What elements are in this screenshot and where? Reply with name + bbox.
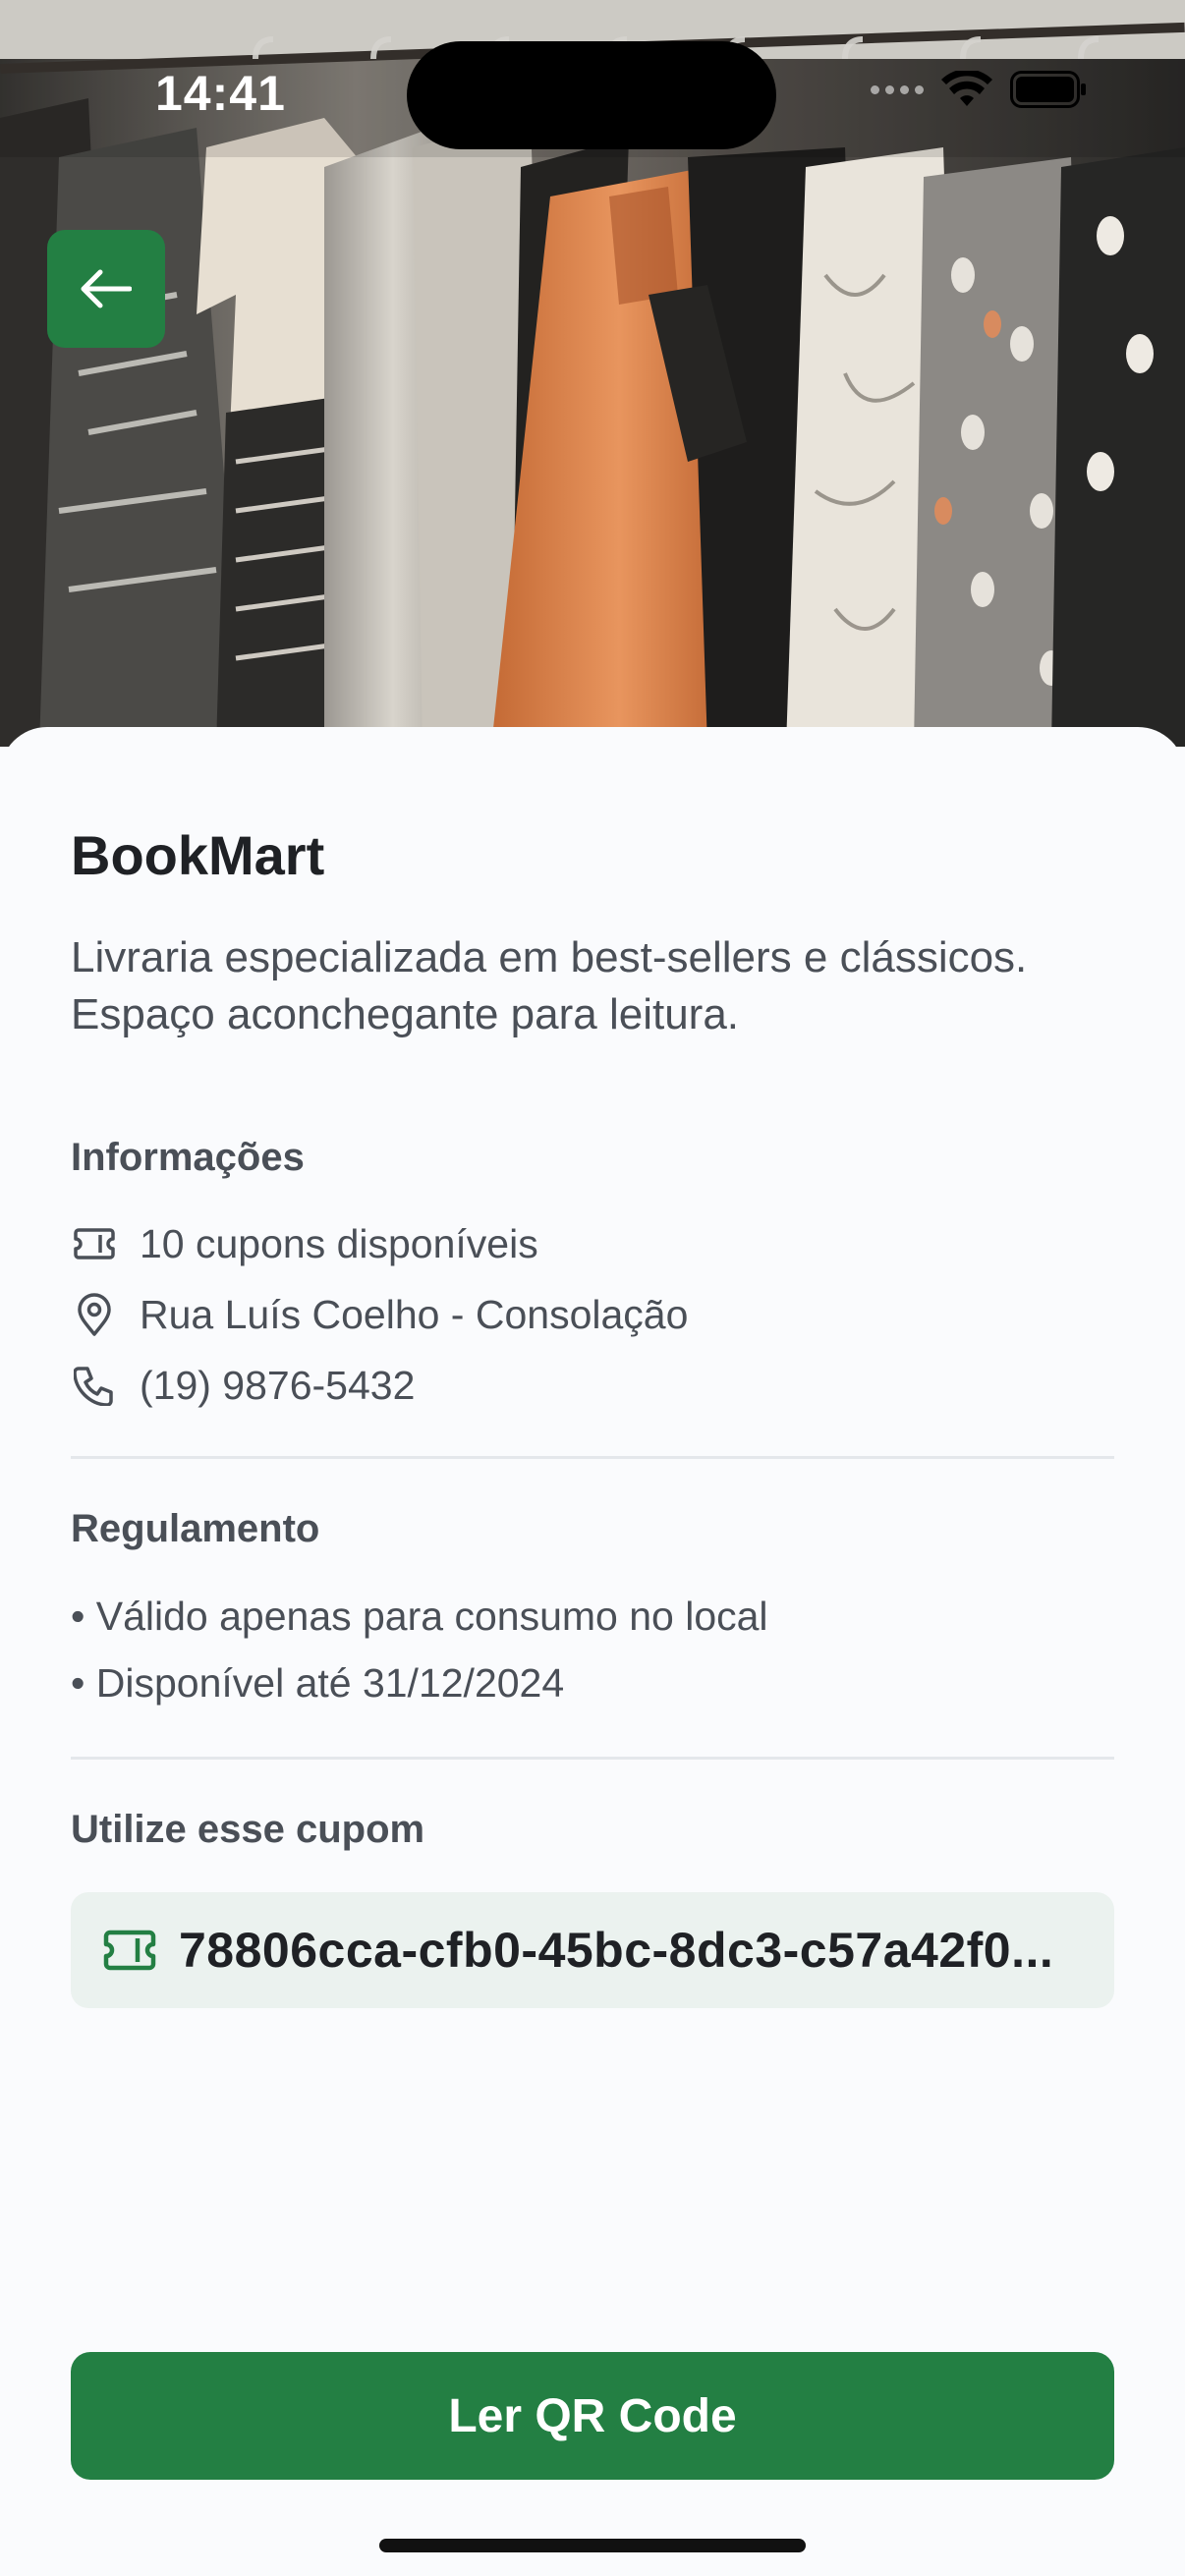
divider <box>71 1456 1114 1459</box>
status-icons <box>871 71 1087 108</box>
dynamic-island <box>407 41 776 149</box>
rules-section-label: Regulamento <box>71 1507 320 1550</box>
store-name: BookMart <box>71 824 325 886</box>
map-pin-icon <box>71 1291 118 1338</box>
store-details-sheet: BookMart Livraria especializada em best-… <box>0 727 1185 2576</box>
home-indicator <box>379 2539 806 2552</box>
rule-item: • Válido apenas para consumo no local <box>71 1594 768 1639</box>
status-time: 14:41 <box>155 66 286 121</box>
info-item-phone: (19) 9876-5432 <box>71 1358 415 1413</box>
info-item-label: Rua Luís Coelho - Consolação <box>140 1291 689 1337</box>
arrow-left-icon <box>81 269 132 308</box>
back-button[interactable] <box>47 230 165 348</box>
info-section-label: Informações <box>71 1136 305 1179</box>
info-item-address: Rua Luís Coelho - Consolação <box>71 1287 688 1342</box>
coupon-section-label: Utilize esse cupom <box>71 1808 425 1851</box>
phone-icon <box>71 1362 118 1409</box>
divider <box>71 1757 1114 1760</box>
coupon-code: 78806cca-cfb0-45bc-8dc3-c57a42f0... <box>179 1923 1054 1978</box>
ticket-icon <box>102 1927 157 1974</box>
info-item-label: (19) 9876-5432 <box>140 1362 416 1408</box>
store-description: Livraria especializada em best-sellers e… <box>71 933 1028 1038</box>
rule-item: • Disponível até 31/12/2024 <box>71 1660 565 1706</box>
wifi-icon <box>941 71 992 106</box>
ticket-icon <box>71 1220 118 1267</box>
read-qr-code-button[interactable]: Ler QR Code <box>71 2352 1114 2480</box>
info-item-label: 10 cupons disponíveis <box>140 1220 538 1266</box>
cellular-signal-icon <box>871 84 924 94</box>
battery-icon <box>1010 71 1086 108</box>
info-item-coupons: 10 cupons disponíveis <box>71 1216 538 1271</box>
coupon-code-box[interactable]: 78806cca-cfb0-45bc-8dc3-c57a42f0... <box>71 1892 1114 2008</box>
